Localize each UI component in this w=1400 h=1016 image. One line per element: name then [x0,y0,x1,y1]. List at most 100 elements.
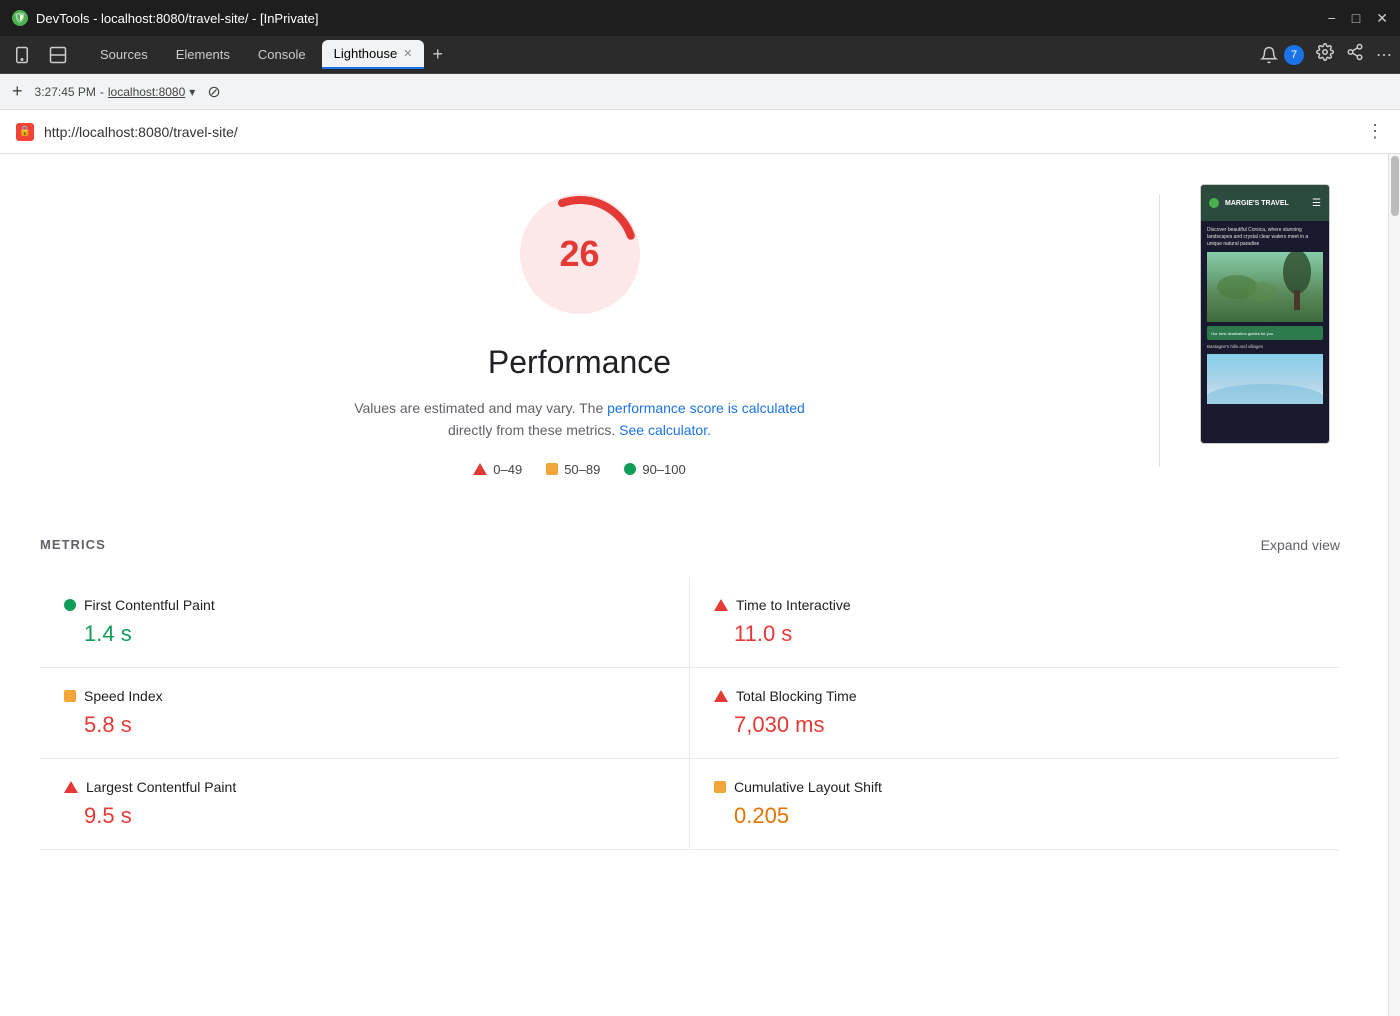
site-title: MARGIE'S TRAVEL [1225,200,1289,207]
perf-desc-text1: Values are estimated and may vary. The [354,400,607,416]
tab-elements-label: Elements [176,47,230,62]
lcp-name: Largest Contentful Paint [86,779,236,795]
performance-left: 26 Performance Values are estimated and … [40,184,1119,477]
device-emulation-icon[interactable] [8,41,36,69]
poor-indicator [473,463,487,475]
hero-image [1207,252,1323,322]
si-indicator [64,690,76,702]
tab-elements[interactable]: Elements [164,41,242,68]
url-bar-more-icon[interactable]: ⋮ [1366,121,1384,142]
tab-sources-label: Sources [100,47,148,62]
lcp-value: 9.5 s [84,803,665,829]
needs-improvement-indicator [546,463,558,475]
cls-indicator-orange [714,781,726,793]
tbt-indicator [714,690,728,702]
si-value: 5.8 s [84,712,665,738]
minimize-button[interactable]: − [1328,10,1336,27]
more-icon[interactable]: ⋯ [1376,45,1392,65]
green-bar: Our best destination guides for you [1207,326,1323,340]
performance-title: Performance [488,344,671,381]
stop-icon[interactable]: ⊘ [207,82,220,102]
add-tab-button[interactable]: + [432,44,443,65]
si-name: Speed Index [84,688,163,704]
metric-tbt: Total Blocking Time 7,030 ms [690,668,1340,759]
tab-bar: Sources Elements Console Lighthouse ✕ + … [0,36,1400,74]
metric-cls: Cumulative Layout Shift 0.205 [690,759,1340,850]
tab-console[interactable]: Console [246,41,318,68]
expand-view-button[interactable]: Expand view [1261,537,1340,553]
calculator-link[interactable]: See calculator. [619,422,711,438]
legend-needs-improvement: 50–89 [546,462,600,477]
tbt-indicator-red [714,690,728,702]
cls-name: Cumulative Layout Shift [734,779,882,795]
title-bar: 🛡 DevTools - localhost:8080/travel-site/… [0,0,1400,36]
address-bar: + 3:27:45 PM - localhost:8080 ▾ ⊘ [0,74,1400,110]
scrollbar[interactable] [1388,154,1400,1016]
tab-sources[interactable]: Sources [88,41,160,68]
tti-indicator-red [714,599,728,611]
address-host[interactable]: localhost:8080 [108,85,185,99]
close-button[interactable]: ✕ [1376,10,1388,27]
legend-good: 90–100 [624,462,685,477]
window-title: DevTools - localhost:8080/travel-site/ -… [36,11,319,26]
performance-section: 26 Performance Values are estimated and … [40,184,1340,477]
metrics-section: METRICS Expand view First Contentful Pai… [40,537,1340,850]
lcp-indicator [64,781,78,793]
tab-lighthouse-label: Lighthouse [334,46,398,61]
screenshot-area: MARGIE'S TRAVEL ☰ Discover beautiful Cor… [1200,184,1340,444]
fcp-value: 1.4 s [84,621,665,647]
lighthouse-content: 26 Performance Values are estimated and … [0,154,1380,1016]
metrics-header: METRICS Expand view [40,537,1340,553]
timestamp: 3:27:45 PM [35,85,96,99]
performance-description: Values are estimated and may vary. The p… [340,397,820,442]
tab-console-label: Console [258,47,306,62]
hamburger-icon: ☰ [1312,198,1321,209]
screenshot-header: MARGIE'S TRAVEL ☰ [1201,185,1329,221]
tbt-name: Total Blocking Time [736,688,857,704]
performance-gauge: 26 [510,184,650,324]
scrollbar-thumb[interactable] [1391,156,1399,216]
new-tab-button[interactable]: + [12,81,23,102]
good-range: 90–100 [642,462,685,477]
metric-lcp: Largest Contentful Paint 9.5 s [40,759,690,850]
favicon: 🔒 [16,123,34,141]
si-indicator-orange [64,690,76,702]
restore-button[interactable]: □ [1352,10,1360,27]
subcaption-text: Bastagne's hills and villages [1207,344,1323,350]
legend-poor: 0–49 [473,462,522,477]
mobile-screenshot: MARGIE'S TRAVEL ☰ Discover beautiful Cor… [1200,184,1330,444]
tab-close-icon[interactable]: ✕ [403,47,412,60]
fcp-indicator [64,599,76,611]
performance-score-link[interactable]: performance score is calculated [607,400,805,416]
fcp-name: First Contentful Paint [84,597,215,613]
share-icon[interactable] [1346,43,1364,66]
vertical-divider [1159,194,1160,467]
good-indicator [624,463,636,475]
url-text[interactable]: http://localhost:8080/travel-site/ [44,124,1356,140]
url-bar: 🔒 http://localhost:8080/travel-site/ ⋮ [0,110,1400,154]
site-logo [1209,198,1219,208]
lcp-indicator-red [64,781,78,793]
tab-lighthouse[interactable]: Lighthouse ✕ [322,40,425,69]
tti-value: 11.0 s [734,621,1316,647]
metric-fcp: First Contentful Paint 1.4 s [40,577,690,668]
dock-icon[interactable] [44,41,72,69]
perf-desc-text2: directly from these metrics. [448,422,619,438]
main-content: 26 Performance Values are estimated and … [0,154,1400,1016]
notifications-icon [1260,46,1278,64]
screenshot-body: Discover beautiful Corsica, where stunni… [1201,221,1329,410]
performance-score: 26 [559,233,599,275]
notifications-badge[interactable]: 7 [1284,45,1304,65]
tti-name: Time to Interactive [736,597,851,613]
bottom-image [1207,354,1323,404]
metrics-grid: First Contentful Paint 1.4 s Time to Int… [40,577,1340,850]
fcp-indicator-green [64,599,76,611]
needs-improvement-range: 50–89 [564,462,600,477]
settings-icon[interactable] [1316,43,1334,66]
poor-range: 0–49 [493,462,522,477]
tbt-value: 7,030 ms [734,712,1316,738]
metric-tti: Time to Interactive 11.0 s [690,577,1340,668]
cls-indicator [714,781,726,793]
address-dropdown-icon[interactable]: ▾ [189,85,195,99]
caption-text: Our best destination guides for you [1211,331,1273,336]
